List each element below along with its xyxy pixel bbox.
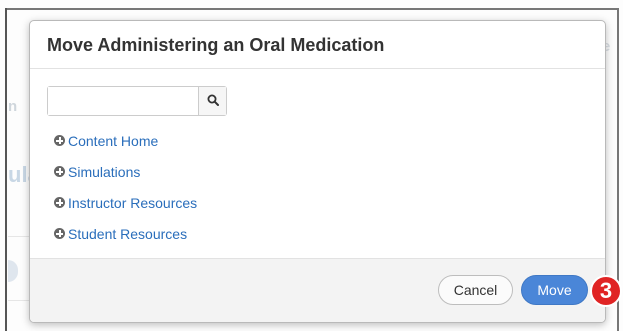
plus-circle-icon[interactable] xyxy=(54,135,65,146)
plus-circle-icon[interactable] xyxy=(54,166,65,177)
background-divider xyxy=(8,300,30,301)
page-frame-top xyxy=(5,8,617,10)
tree-item-content-home[interactable]: Content Home xyxy=(54,127,197,158)
tree-item-instructor-resources[interactable]: Instructor Resources xyxy=(54,189,197,220)
dialog-header: Move Administering an Oral Medication xyxy=(30,21,605,69)
dialog-footer: Cancel Move xyxy=(30,258,605,322)
tree-item-label[interactable]: Content Home xyxy=(68,133,158,149)
dialog-title: Move Administering an Oral Medication xyxy=(47,35,385,55)
plus-circle-icon[interactable] xyxy=(54,197,65,208)
search-icon xyxy=(207,94,219,109)
page-frame-left xyxy=(5,8,7,331)
background-text: n xyxy=(8,98,18,115)
step-number-badge: 3 xyxy=(590,275,622,307)
move-dialog: Move Administering an Oral Medication Co… xyxy=(29,20,606,323)
folder-tree: Content Home Simulations Instructor Reso… xyxy=(54,127,197,251)
background-avatar xyxy=(8,260,18,282)
search-button[interactable] xyxy=(198,87,226,115)
background-divider xyxy=(8,236,30,237)
move-button[interactable]: Move xyxy=(521,275,588,305)
tree-item-label[interactable]: Instructor Resources xyxy=(68,195,197,211)
tree-item-simulations[interactable]: Simulations xyxy=(54,158,197,189)
search-input[interactable] xyxy=(48,87,198,115)
plus-circle-icon[interactable] xyxy=(54,228,65,239)
tree-item-label[interactable]: Student Resources xyxy=(68,226,187,242)
search-group xyxy=(47,86,227,116)
tree-item-student-resources[interactable]: Student Resources xyxy=(54,220,197,251)
cancel-button[interactable]: Cancel xyxy=(438,275,513,305)
tree-item-label[interactable]: Simulations xyxy=(68,164,140,180)
